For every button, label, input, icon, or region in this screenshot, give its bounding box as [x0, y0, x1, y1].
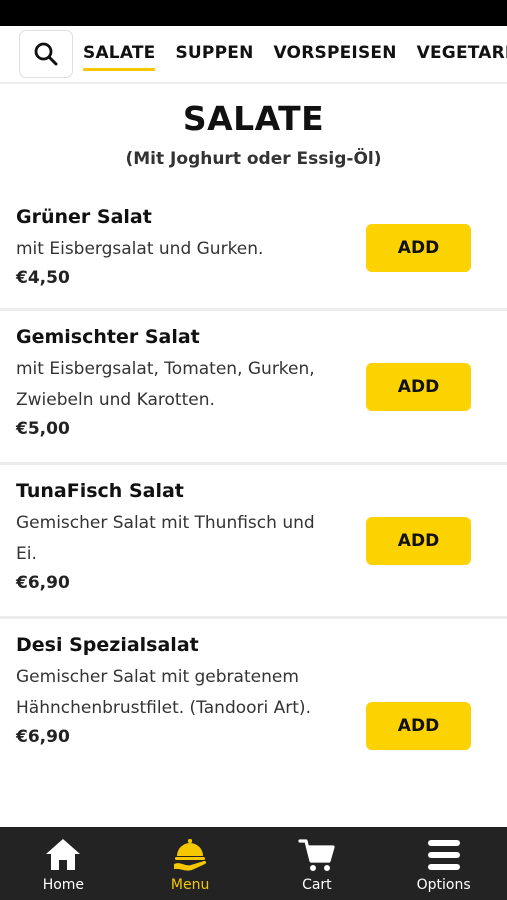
menu-item: TunaFisch Salat Gemischer Salat mit Thun… [0, 465, 507, 619]
item-description: Gemischer Salat mit gebratenem Hähnchenb… [16, 667, 311, 718]
add-button[interactable]: ADD [366, 224, 471, 272]
add-button[interactable]: ADD [366, 517, 471, 565]
item-name: Gemischter Salat [16, 326, 200, 348]
section-header: SALATE (Mit Joghurt oder Essig-Öl) [0, 86, 507, 171]
tab-vegetarisch[interactable]: VEGETARISCH [417, 37, 507, 71]
nav-cart[interactable]: Cart [254, 827, 381, 900]
tab-vorspeisen[interactable]: VORSPEISEN [274, 37, 397, 71]
item-name: Desi Spezialsalat [16, 634, 199, 656]
item-name: TunaFisch Salat [16, 480, 184, 502]
nav-label: Home [42, 877, 85, 893]
tab-salate[interactable]: SALATE [83, 37, 156, 71]
category-bar: SALATE SUPPEN VORSPEISEN VEGETARISCH [0, 26, 507, 84]
add-button[interactable]: ADD [366, 702, 471, 750]
item-name: Grüner Salat [16, 206, 152, 228]
status-bar [0, 0, 507, 26]
category-tabs: SALATE SUPPEN VORSPEISEN VEGETARISCH [83, 26, 507, 82]
item-price: €6,90 [16, 727, 70, 747]
nav-label: Menu [170, 877, 210, 893]
nav-label: Cart [302, 877, 332, 893]
section-title: SALATE [182, 99, 325, 138]
item-price: €5,00 [16, 419, 70, 439]
nav-menu[interactable]: Menu [127, 827, 254, 900]
bottom-nav: Home Menu Cart Options [0, 827, 507, 900]
menu-item: Grüner Salat mit Eisbergsalat und Gurken… [0, 191, 507, 311]
cart-icon [297, 836, 337, 874]
search-icon [34, 42, 58, 66]
nav-options[interactable]: Options [380, 827, 507, 900]
item-description: Gemischer Salat mit Thunfisch und Ei. [16, 513, 315, 564]
home-icon [43, 836, 83, 874]
hamburger-menu-icon [424, 836, 464, 874]
tab-suppen[interactable]: SUPPEN [175, 37, 253, 71]
section-subtitle: (Mit Joghurt oder Essig-Öl) [125, 149, 382, 169]
nav-label: Options [416, 877, 471, 893]
menu-list: Grüner Salat mit Eisbergsalat und Gurken… [0, 191, 507, 839]
search-button[interactable] [19, 30, 73, 78]
menu-item: Desi Spezialsalat Gemischer Salat mit ge… [0, 619, 507, 839]
menu-item: Gemischter Salat mit Eisbergsalat, Tomat… [0, 311, 507, 465]
food-service-icon [170, 836, 210, 874]
item-price: €4,50 [16, 268, 70, 288]
item-description: mit Eisbergsalat und Gurken. [16, 239, 264, 259]
item-description: mit Eisbergsalat, Tomaten, Gurken, Zwieb… [16, 359, 315, 410]
nav-home[interactable]: Home [0, 827, 127, 900]
add-button[interactable]: ADD [366, 363, 471, 411]
item-price: €6,90 [16, 573, 70, 593]
